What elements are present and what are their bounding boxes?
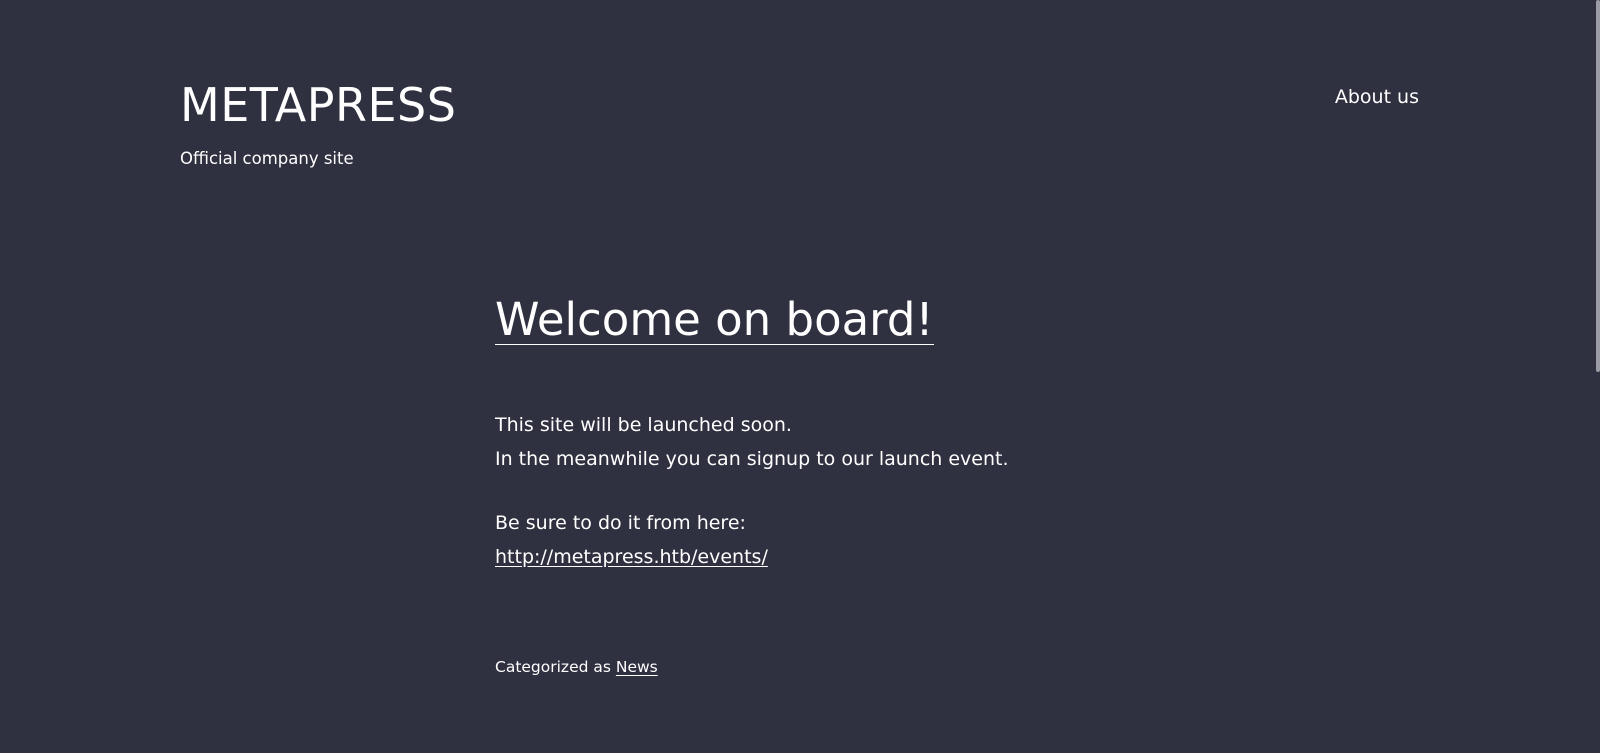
category-link-news[interactable]: News bbox=[616, 658, 658, 676]
categorized-label: Categorized as bbox=[495, 658, 616, 677]
site-tagline: Official company site bbox=[180, 149, 354, 168]
events-link[interactable]: http://metapress.htb/events/ bbox=[495, 546, 768, 568]
post-title-link[interactable]: Welcome on board! bbox=[495, 296, 934, 346]
vertical-scrollbar[interactable] bbox=[1596, 0, 1600, 753]
post-meta: Categorized as News bbox=[495, 658, 1135, 676]
site-title[interactable]: METAPRESS bbox=[180, 80, 456, 131]
scrollbar-thumb[interactable] bbox=[1596, 0, 1600, 372]
post-article: Welcome on board! This site will be laun… bbox=[495, 296, 1135, 676]
post-text-line: This site will be launched soon. bbox=[495, 414, 792, 437]
page: METAPRESS Official company site About us… bbox=[0, 0, 1600, 753]
post-text-line: Be sure to do it from here: bbox=[495, 512, 746, 535]
post-text-line: In the meanwhile you can signup to our l… bbox=[495, 448, 1009, 471]
post-content: This site will be launched soon. In the … bbox=[495, 408, 1135, 574]
primary-nav: About us bbox=[1335, 86, 1419, 108]
nav-link-about-us[interactable]: About us bbox=[1335, 86, 1419, 108]
